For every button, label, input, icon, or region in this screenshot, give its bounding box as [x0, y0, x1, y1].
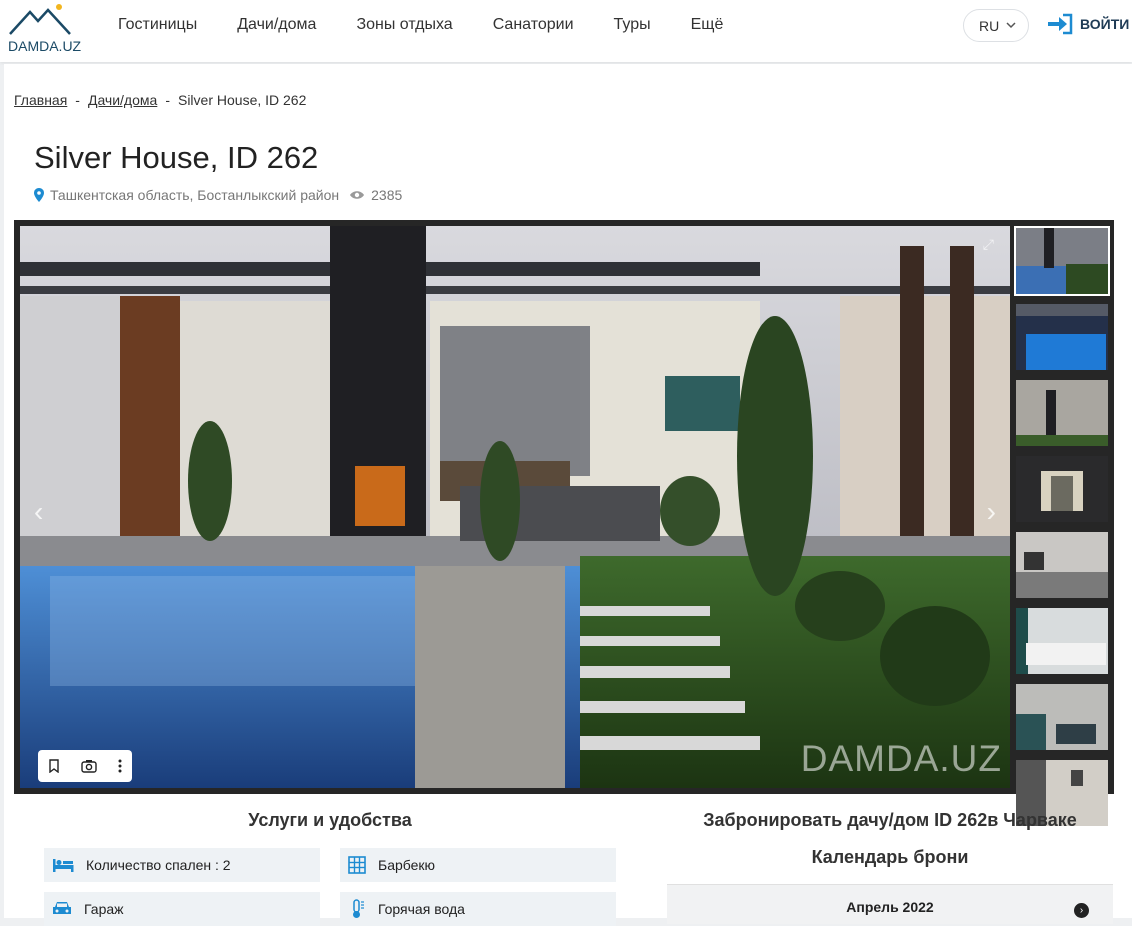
logo-mountains-icon [9, 4, 71, 35]
camera-icon[interactable] [81, 759, 97, 773]
nav-dachas[interactable]: Дачи/дома [237, 16, 316, 34]
listing-location: Ташкентская область, Бостанлыкский район [50, 187, 340, 203]
breadcrumb-home[interactable]: Главная [14, 92, 67, 108]
login-icon [1048, 13, 1073, 35]
chevron-down-icon [1006, 22, 1016, 29]
listing-views: 2385 [371, 187, 403, 203]
nav-more[interactable]: Ещё [691, 16, 724, 34]
amenity-label: Барбекю [378, 857, 436, 873]
site-logo[interactable]: DAMDA.UZ [8, 4, 82, 54]
photo-toolbar [38, 750, 132, 782]
nav-recreation[interactable]: Зоны отдыха [356, 16, 452, 34]
photo-gallery: ‹ › ⤢ DAMDA.UZ [14, 220, 1114, 826]
page-content: Главная - Дачи/дома - Silver House, ID 2… [4, 64, 1132, 926]
booking-calendar: Апрель 2022 › [667, 884, 1113, 924]
amenity-item: Горячая вода [340, 892, 616, 926]
logo-text: DAMDA.UZ [8, 38, 82, 54]
breadcrumb-separator: - [75, 92, 80, 108]
booking-title: Забронировать дачу/дом ID 262в Чарваке [703, 810, 1077, 830]
thumbnail-image [1016, 304, 1108, 370]
calendar-title: Календарь брони [811, 847, 969, 867]
breadcrumb-separator: - [165, 92, 170, 108]
thumbnail-image [1016, 608, 1108, 674]
thumbnail-image [1016, 228, 1108, 294]
fullscreen-icon[interactable]: ⤢ [983, 236, 994, 253]
thumbnail[interactable] [1014, 530, 1110, 600]
nav-tours[interactable]: Туры [614, 16, 651, 34]
page-title: Silver House, ID 262 [34, 140, 319, 175]
more-options-icon[interactable] [118, 759, 122, 773]
thumbnail[interactable] [1014, 226, 1110, 296]
thumbnail[interactable] [1014, 606, 1110, 676]
gallery-prev-arrow-icon[interactable]: ‹ [34, 496, 43, 528]
thumbnail[interactable] [1014, 682, 1110, 752]
grid-icon [348, 856, 366, 874]
listing-meta: Ташкентская область, Бостанлыкский район… [34, 187, 402, 203]
amenity-label: Гараж [84, 901, 124, 917]
breadcrumb-current: Silver House, ID 262 [177, 92, 307, 108]
thumbnail[interactable] [1014, 302, 1110, 372]
main-photo[interactable]: ‹ › ⤢ DAMDA.UZ [20, 226, 1010, 788]
language-value: RU [979, 17, 1000, 34]
breadcrumb: Главная - Дачи/дома - Silver House, ID 2… [14, 92, 306, 108]
thermometer-icon [353, 899, 364, 918]
main-nav: Гостиницы Дачи/дома Зоны отдыха Санатори… [118, 0, 763, 50]
calendar-next-icon[interactable]: › [1074, 903, 1089, 918]
gallery-next-arrow-icon[interactable]: › [987, 496, 996, 528]
amenity-item: Количество спален : 2 [44, 848, 320, 882]
main-photo-image [20, 226, 1010, 788]
calendar-month: Апрель 2022 [846, 899, 934, 915]
amenity-label: Горячая вода [378, 901, 465, 917]
thumbnail[interactable] [1014, 378, 1110, 448]
language-select[interactable]: RU [963, 9, 1029, 42]
thumbnail-image [1016, 684, 1108, 750]
thumbnail-image [1016, 456, 1108, 522]
photo-watermark: DAMDA.UZ [800, 738, 1002, 779]
nav-hotels[interactable]: Гостиницы [118, 16, 197, 34]
amenity-label: Количество спален : 2 [86, 857, 231, 873]
nav-sanatoriums[interactable]: Санатории [493, 16, 574, 34]
amenity-item: Гараж [44, 892, 320, 926]
amenities-title: Услуги и удобства [248, 810, 412, 830]
thumbnail-image [1016, 380, 1108, 446]
location-pin-icon [34, 188, 44, 202]
bookmark-icon[interactable] [48, 759, 60, 773]
eye-icon [350, 191, 365, 199]
site-header: DAMDA.UZ Гостиницы Дачи/дома Зоны отдыха… [0, 0, 1132, 62]
amenity-item: Барбекю [340, 848, 616, 882]
car-icon [53, 902, 71, 914]
login-label: ВОЙТИ [1080, 16, 1130, 32]
thumbnail[interactable] [1014, 454, 1110, 524]
bed-icon [53, 859, 74, 872]
breadcrumb-section[interactable]: Дачи/дома [88, 92, 157, 108]
thumbnail-image [1016, 532, 1108, 598]
thumbnail-strip [1014, 226, 1110, 834]
login-button[interactable]: ВОЙТИ [1046, 13, 1129, 35]
